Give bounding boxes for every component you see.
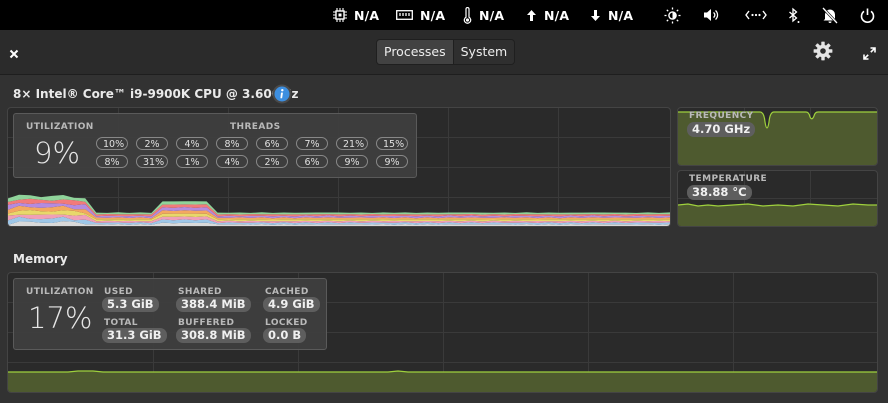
frequency-value: 4.70 GHz xyxy=(687,122,756,137)
memory-total-value: 31.3 GiB xyxy=(102,328,167,343)
tab-processes[interactable]: Processes xyxy=(377,40,454,64)
brightness-indicator[interactable] xyxy=(664,0,681,30)
thread-usage-band xyxy=(8,194,670,215)
memory-buffered-value: 308.8 MiB xyxy=(176,328,251,343)
cpu-indicator-value: N/A xyxy=(354,7,380,23)
info-icon xyxy=(272,84,292,104)
thread-usage-pill: 6% xyxy=(256,137,288,150)
cpu-utilization-value: 9% xyxy=(34,136,81,170)
memory-utilization-label: UTILIZATION xyxy=(26,287,94,297)
memory-shared-value: 388.4 MiB xyxy=(176,297,251,312)
memory-history-graph: UTILIZATION 17% USED 5.3 GiB TOTAL 31.3 … xyxy=(7,272,878,393)
arrow-up-icon xyxy=(527,9,536,21)
arrow-down-icon xyxy=(591,9,600,21)
notifications-indicator[interactable] xyxy=(822,0,838,30)
upload-indicator[interactable]: N/A xyxy=(526,0,569,30)
thread-usage-pill: 7% xyxy=(296,137,328,150)
top-system-panel: N/A N/A N/A N/A N/A xyxy=(0,0,888,30)
thread-usage-pill: 10% xyxy=(96,137,128,150)
thermometer-icon xyxy=(463,6,472,24)
tab-system[interactable]: System xyxy=(453,40,515,64)
memory-locked-label: LOCKED xyxy=(265,318,308,328)
gear-icon xyxy=(813,41,833,61)
thread-usage-pill: 31% xyxy=(136,155,168,168)
settings-button[interactable] xyxy=(813,41,833,65)
memory-indicator-value: N/A xyxy=(420,7,446,23)
cpu-info-button[interactable] xyxy=(272,84,292,108)
bluetooth-icon xyxy=(789,7,800,23)
memory-cached-label: CACHED xyxy=(265,287,309,297)
fullscreen-button[interactable] xyxy=(863,45,876,64)
thread-usage-pill: 2% xyxy=(256,155,288,168)
thread-usage-pill: 2% xyxy=(136,137,168,150)
cpu-utilization-label: UTILIZATION xyxy=(26,122,94,132)
download-indicator[interactable]: N/A xyxy=(590,0,633,30)
power-icon xyxy=(860,8,875,23)
bluetooth-indicator[interactable] xyxy=(788,0,800,30)
view-switcher: Processes System xyxy=(376,39,516,65)
thread-usage-pill: 4% xyxy=(176,137,208,150)
thread-usage-pill: 8% xyxy=(96,155,128,168)
fullscreen-icon xyxy=(863,47,876,60)
memory-shared-label: SHARED xyxy=(178,287,222,297)
memory-utilization-value: 17% xyxy=(28,301,93,335)
network-indicator[interactable] xyxy=(745,0,767,30)
close-icon xyxy=(9,49,19,59)
volume-indicator[interactable] xyxy=(703,0,721,30)
power-indicator[interactable] xyxy=(860,0,875,30)
thread-usage-pill: 8% xyxy=(216,137,248,150)
cpu-stats-overlay: UTILIZATION 9% THREADS 10% 2% 4% 8% 6% 7% 21% 1… xyxy=(13,113,417,178)
close-button[interactable] xyxy=(9,44,19,63)
thread-usage-pill: 21% xyxy=(336,137,368,150)
memory-indicator[interactable]: N/A xyxy=(396,0,445,30)
thread-usage-pill: 15% xyxy=(376,137,408,150)
memory-stats-overlay: UTILIZATION 17% USED 5.3 GiB TOTAL 31.3 … xyxy=(13,278,327,350)
cpu-history-graph: UTILIZATION 9% THREADS 10% 2% 4% 8% 6% 7% 21% 1… xyxy=(7,107,671,227)
header-bar: Processes System xyxy=(0,30,888,75)
cpu-model-title: 8× Intel® Core™ i9-9900K CPU @ 3.60GHz xyxy=(13,87,299,101)
cpu-indicator[interactable]: N/A xyxy=(333,0,379,30)
thread-usage-pill: 4% xyxy=(216,155,248,168)
temperature-value: 38.88 °C xyxy=(687,185,752,200)
temperature-indicator-value: N/A xyxy=(479,7,505,23)
cpu-threads-label: THREADS xyxy=(230,122,281,132)
memory-used-value: 5.3 GiB xyxy=(102,297,159,312)
frequency-label: FREQUENCY xyxy=(689,111,754,121)
memory-cached-value: 4.9 GiB xyxy=(263,297,320,312)
memory-total-label: TOTAL xyxy=(104,318,138,328)
memory-buffered-label: BUFFERED xyxy=(178,318,235,328)
brightness-icon xyxy=(664,7,681,23)
temperature-indicator[interactable]: N/A xyxy=(463,0,504,30)
thread-usage-pill: 9% xyxy=(336,155,368,168)
thread-usage-pill: 9% xyxy=(376,155,408,168)
network-icon xyxy=(745,10,767,20)
volume-icon xyxy=(704,9,719,21)
frequency-graph: FREQUENCY 4.70 GHz xyxy=(677,107,878,166)
cpu-chip-icon xyxy=(333,8,347,22)
thread-usage-pill: 6% xyxy=(296,155,328,168)
memory-title: Memory xyxy=(13,252,68,266)
thread-usage-pill: 1% xyxy=(176,155,208,168)
memory-icon xyxy=(396,10,413,20)
temperature-graph: TEMPERATURE 38.88 °C xyxy=(677,170,878,227)
download-indicator-value: N/A xyxy=(608,7,634,23)
memory-used-label: USED xyxy=(104,287,134,297)
upload-indicator-value: N/A xyxy=(544,7,570,23)
memory-locked-value: 0.0 B xyxy=(263,328,307,343)
temperature-label: TEMPERATURE xyxy=(689,174,768,184)
notifications-muted-icon xyxy=(822,6,838,24)
